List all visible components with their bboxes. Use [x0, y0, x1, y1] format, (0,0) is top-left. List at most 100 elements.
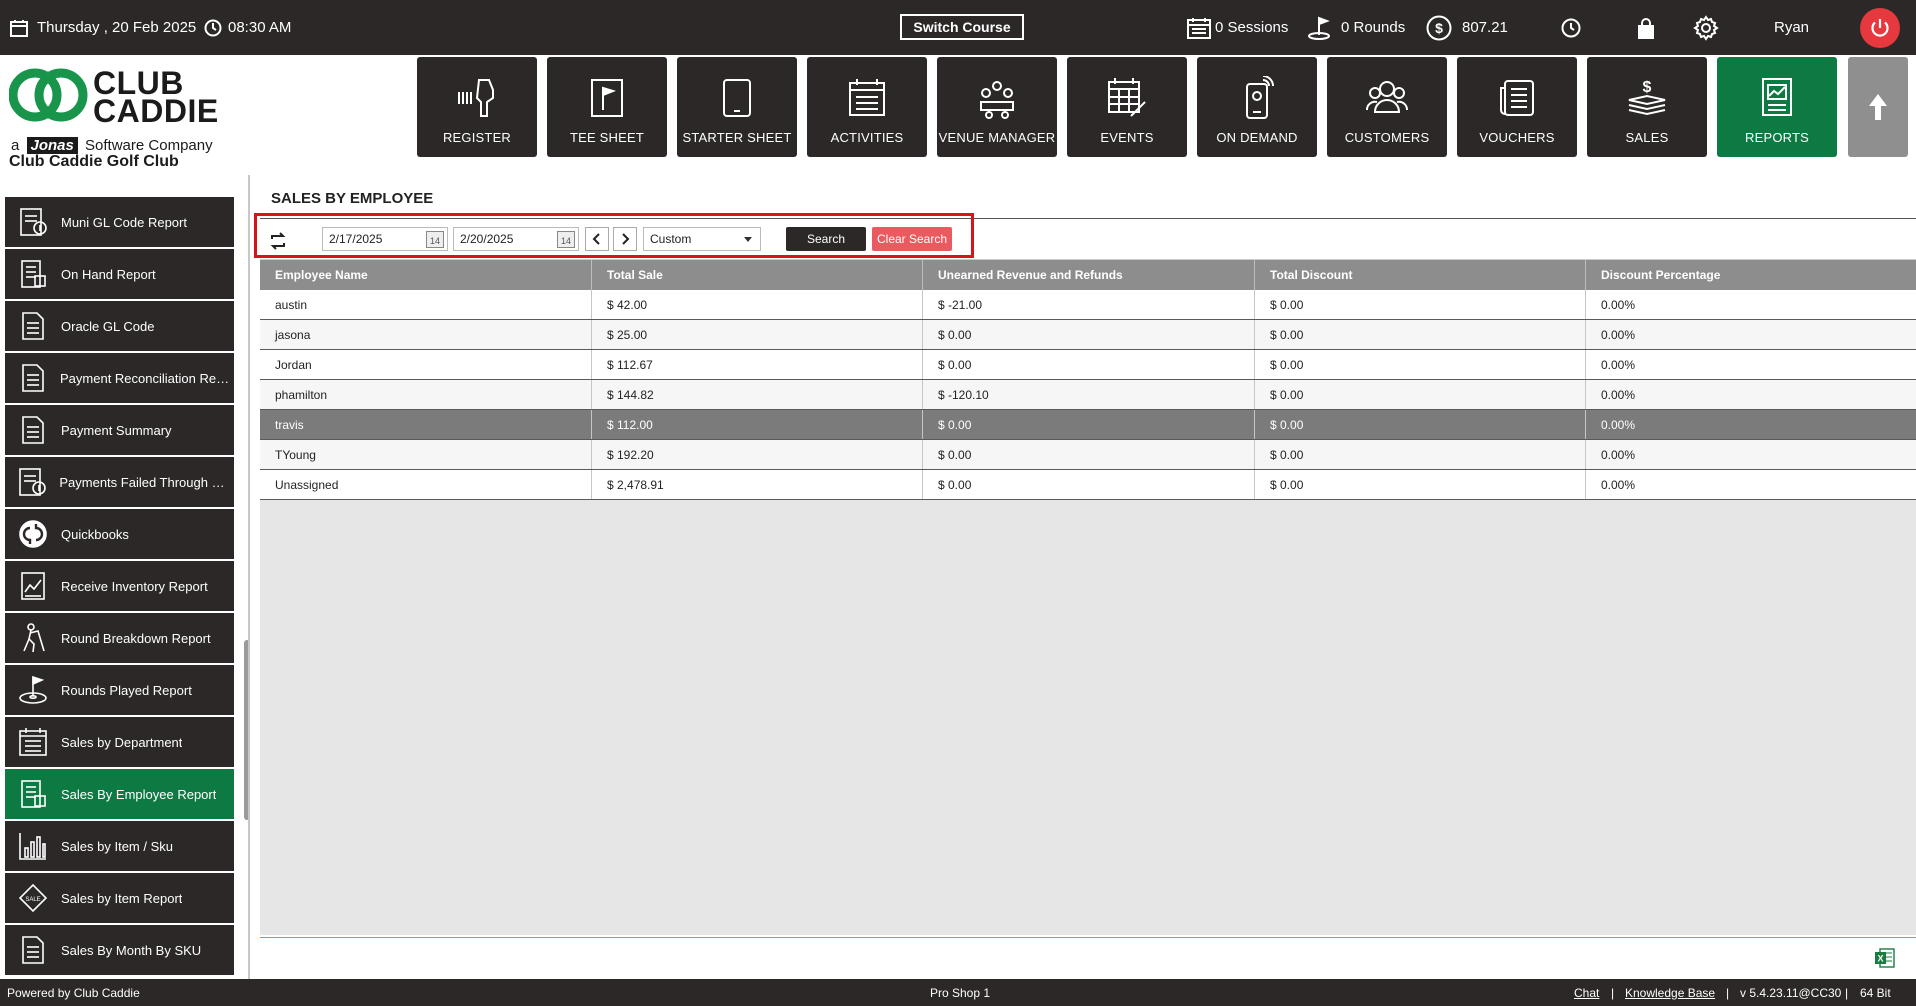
- nav-on-demand[interactable]: ON DEMAND: [1197, 57, 1317, 157]
- period-select[interactable]: Custom: [643, 227, 761, 251]
- nav-events[interactable]: EVENTS: [1067, 57, 1187, 157]
- sidebar-item-on-hand-report[interactable]: On Hand Report: [5, 249, 234, 299]
- employee-name-cell: TYoung: [260, 440, 592, 469]
- golf-flag-icon: [1307, 16, 1333, 40]
- table-row[interactable]: austin $ 42.00 $ -21.00 $ 0.00 0.00%: [260, 290, 1916, 320]
- table-row[interactable]: phamilton $ 144.82 $ -120.10 $ 0.00 0.00%: [260, 380, 1916, 410]
- time-display: 08:30 AM: [204, 0, 291, 55]
- total-sale-cell: $ 144.82: [592, 380, 923, 409]
- calendar-list-icon: [845, 76, 889, 120]
- export-excel-icon[interactable]: X: [1874, 947, 1896, 969]
- nav-sales[interactable]: $ SALES: [1587, 57, 1707, 157]
- unearned-revenue-cell: $ 0.00: [923, 440, 1255, 469]
- chevron-left-icon: [591, 233, 603, 245]
- user-name[interactable]: Ryan: [1774, 0, 1809, 55]
- current-date: Thursday , 20 Feb 2025: [37, 19, 197, 36]
- search-button[interactable]: Search: [786, 227, 866, 251]
- refresh-button[interactable]: [266, 229, 290, 253]
- employee-name-cell: travis: [260, 410, 592, 439]
- logo-subtitle: a Jonas Software Company: [11, 137, 213, 154]
- lock-icon[interactable]: [1637, 0, 1655, 55]
- refresh-icon: [268, 231, 288, 251]
- status-bar: Powered by Club Caddie Pro Shop 1 Chat |…: [0, 979, 1916, 1006]
- rounds-count: 0 Rounds: [1341, 19, 1406, 36]
- gear-icon[interactable]: [1693, 0, 1719, 55]
- clear-search-button[interactable]: Clear Search: [872, 227, 952, 251]
- nav-customers[interactable]: CUSTOMERS: [1327, 57, 1447, 157]
- column-header-discount-percentage[interactable]: Discount Percentage: [1586, 260, 1916, 290]
- sidebar-item-quickbooks[interactable]: Quickbooks: [5, 509, 234, 559]
- next-period-button[interactable]: [613, 227, 637, 251]
- sidebar-item-receive-inventory-report[interactable]: Receive Inventory Report: [5, 561, 234, 611]
- sidebar-item-sales-by-month-by-sku[interactable]: Sales By Month By SKU: [5, 925, 234, 975]
- location-text: Pro Shop 1: [930, 985, 991, 1000]
- previous-period-button[interactable]: [585, 227, 609, 251]
- nav-venue-manager[interactable]: VENUE MANAGER: [937, 57, 1057, 157]
- sidebar-item-rounds-played-report[interactable]: Rounds Played Report: [5, 665, 234, 715]
- start-date-calendar-icon[interactable]: 14: [426, 231, 444, 248]
- end-date-calendar-icon[interactable]: 14: [557, 231, 575, 248]
- discount-percentage-cell: 0.00%: [1601, 357, 1636, 372]
- report-icon: [1755, 76, 1799, 120]
- meeting-icon: [975, 76, 1019, 120]
- flag-icon: [585, 76, 629, 120]
- history-clock-icon[interactable]: [1561, 0, 1581, 55]
- sidebar-item-oracle-gl-code[interactable]: Oracle GL Code: [5, 301, 234, 351]
- nav-starter-sheet[interactable]: STARTER SHEET: [677, 57, 797, 157]
- logout-button[interactable]: [1860, 8, 1900, 48]
- column-header-total-sale[interactable]: Total Sale: [592, 260, 923, 290]
- discount-percentage-cell: 0.00%: [1601, 387, 1636, 402]
- sidebar-item-sales-by-item-report[interactable]: SALE Sales by Item Report: [5, 873, 234, 923]
- nav-activities[interactable]: ACTIVITIES: [807, 57, 927, 157]
- sidebar-item-sales-by-employee-report[interactable]: Sales By Employee Report: [5, 769, 234, 819]
- sidebar-item-sales-by-item-sku[interactable]: Sales by Item / Sku: [5, 821, 234, 871]
- svg-text:X: X: [1877, 954, 1883, 964]
- column-header-employee-name[interactable]: Employee Name: [260, 260, 592, 290]
- version-text: v 5.4.23.11@CC30: [1740, 985, 1842, 1000]
- balance-amount: 807.21: [1462, 19, 1508, 36]
- nav-reports[interactable]: REPORTS: [1717, 57, 1837, 157]
- svg-text:$: $: [1435, 20, 1443, 36]
- sidebar-item-sales-by-department[interactable]: Sales by Department: [5, 717, 234, 767]
- table-row[interactable]: Unassigned $ 2,478.91 $ 0.00 $ 0.00 0.00%: [260, 470, 1916, 500]
- bar-chart-icon: [13, 826, 53, 866]
- report-sidebar[interactable]: Muni GL Code Report On Hand Report Oracl…: [0, 175, 250, 979]
- balance-indicator[interactable]: $ 807.21: [1426, 0, 1508, 55]
- rounds-indicator[interactable]: 0 Rounds: [1307, 0, 1405, 55]
- dollar-icon: $: [1426, 15, 1452, 41]
- nav-tee-sheet[interactable]: TEE SHEET: [547, 57, 667, 157]
- sidebar-item-payments-failed[interactable]: Payments Failed Through Wa...: [5, 457, 234, 507]
- sidebar-item-round-breakdown-report[interactable]: Round Breakdown Report: [5, 613, 234, 663]
- table-row[interactable]: TYoung $ 192.20 $ 0.00 $ 0.00 0.00%: [260, 440, 1916, 470]
- scroll-up-button[interactable]: [1848, 57, 1908, 157]
- switch-course-button[interactable]: Switch Course: [900, 14, 1024, 40]
- current-time: 08:30 AM: [228, 19, 292, 36]
- clock-icon: [204, 19, 222, 37]
- sidebar-item-muni-gl-code-report[interactable]: Muni GL Code Report: [5, 197, 234, 247]
- users-icon: [1365, 76, 1409, 120]
- employee-name-cell: Jordan: [260, 350, 592, 379]
- grid-header-row: Employee Name Total Sale Unearned Revenu…: [260, 260, 1916, 290]
- sidebar-item-payment-summary[interactable]: Payment Summary: [5, 405, 234, 455]
- nav-vouchers[interactable]: VOUCHERS: [1457, 57, 1577, 157]
- knowledge-base-link[interactable]: Knowledge Base: [1625, 979, 1715, 1006]
- column-header-total-discount[interactable]: Total Discount: [1255, 260, 1586, 290]
- end-date-input[interactable]: 2/20/2025 14: [453, 227, 579, 251]
- table-row[interactable]: jasona $ 25.00 $ 0.00 $ 0.00 0.00%: [260, 320, 1916, 350]
- sidebar-item-payment-reconciliation-report[interactable]: Payment Reconciliation Report: [5, 353, 234, 403]
- table-row[interactable]: travis $ 112.00 $ 0.00 $ 0.00 0.00%: [260, 410, 1916, 440]
- sidebar-scrollbar[interactable]: [244, 640, 248, 820]
- report-list-icon: [13, 254, 53, 294]
- logo-title: CLUB CADDIE: [93, 65, 219, 129]
- chat-link[interactable]: Chat: [1574, 979, 1599, 1006]
- sessions-indicator[interactable]: 0 Sessions: [1187, 0, 1288, 55]
- nav-register[interactable]: REGISTER: [417, 57, 537, 157]
- total-sale-cell: $ 2,478.91: [592, 470, 923, 499]
- header: CLUB CADDIE a Jonas Software Company Clu…: [0, 55, 1916, 175]
- column-header-unearned-revenue[interactable]: Unearned Revenue and Refunds: [923, 260, 1255, 290]
- table-row[interactable]: Jordan $ 112.67 $ 0.00 $ 0.00 0.00%: [260, 350, 1916, 380]
- start-date-input[interactable]: 2/17/2025 14: [322, 227, 448, 251]
- discount-percentage-cell: 0.00%: [1601, 327, 1636, 342]
- total-discount-cell: $ 0.00: [1255, 440, 1586, 469]
- total-discount-cell: $ 0.00: [1255, 290, 1586, 319]
